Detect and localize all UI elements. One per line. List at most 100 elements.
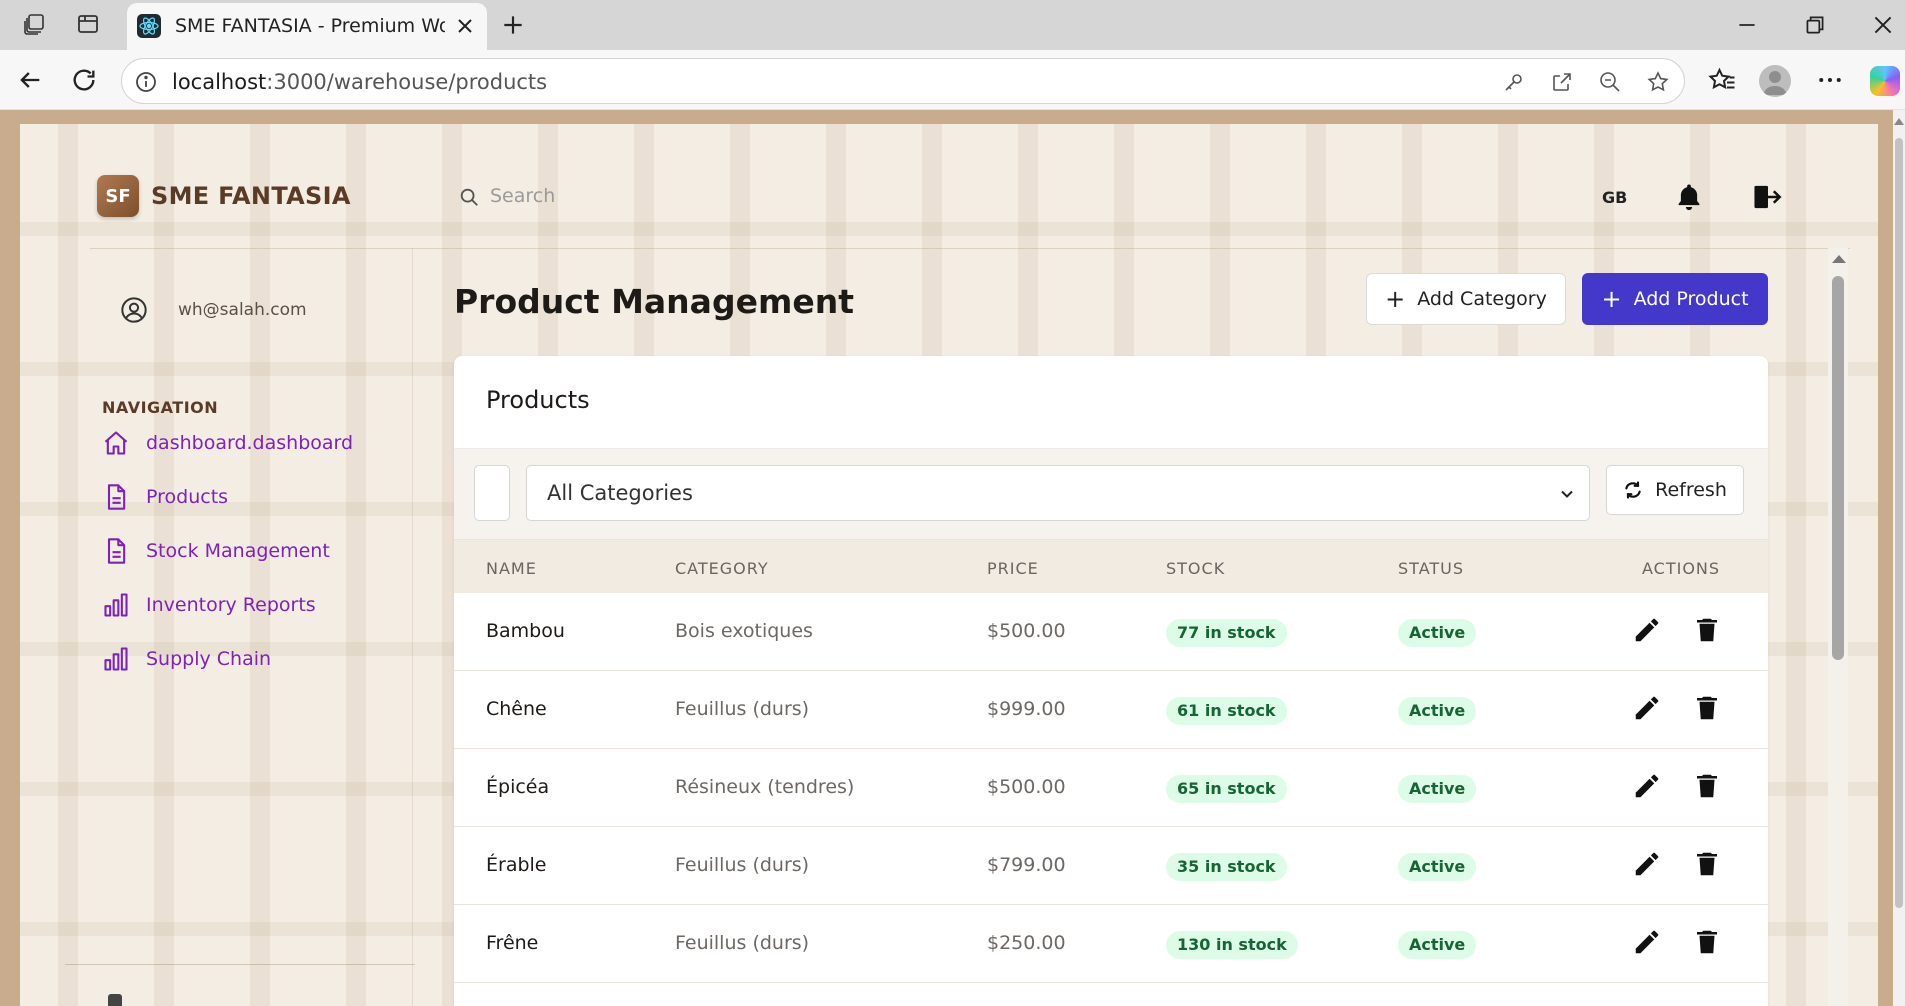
stock-badge: 65 in stock <box>1166 775 1287 803</box>
close-tab-icon[interactable] <box>453 14 477 38</box>
sidebar-item-supply-chain[interactable]: Supply Chain <box>102 642 271 676</box>
brand-name: SME FANTASIA <box>151 182 351 210</box>
sidebar-item-inventory-reports[interactable]: Inventory Reports <box>102 588 316 622</box>
tab-title: SME FANTASIA - Premium Wood <box>175 15 445 37</box>
search-icon <box>460 188 478 206</box>
close-window-icon[interactable] <box>1870 12 1896 38</box>
pencil-icon[interactable] <box>1632 927 1662 957</box>
table-row[interactable]: Érable Feuillus (durs) $799.00 35 in sto… <box>454 827 1768 905</box>
trash-icon[interactable] <box>1692 615 1722 645</box>
document-icon <box>107 484 126 510</box>
column-header-status[interactable]: STATUS <box>1398 559 1464 578</box>
user-circle-icon <box>121 297 147 323</box>
copilot-icon[interactable] <box>1870 66 1900 96</box>
sidebar-item-dashboard[interactable]: dashboard.dashboard <box>102 426 353 460</box>
filter-bar: All Categories Refresh <box>454 449 1768 539</box>
product-name: Érable <box>486 854 547 876</box>
url-text[interactable]: localhost:3000/warehouse/products <box>172 70 547 94</box>
product-name: Frêne <box>486 932 539 954</box>
refresh-button[interactable]: Refresh <box>1606 465 1744 515</box>
products-card: Products All Categories Refresh NAME CAT… <box>454 356 1768 1006</box>
sidebar-item-products[interactable]: Products <box>102 480 228 514</box>
bar-chart-icon <box>104 647 128 671</box>
column-header-actions: ACTIONS <box>1642 559 1721 578</box>
sidebar-item-label: Supply Chain <box>146 648 272 670</box>
status-badge: Active <box>1398 853 1477 881</box>
status-badge: Active <box>1398 931 1477 959</box>
minimize-icon[interactable] <box>1734 12 1760 38</box>
pencil-icon[interactable] <box>1632 693 1662 723</box>
reload-icon[interactable] <box>70 66 98 94</box>
user-info: wh@salah.com <box>120 296 307 324</box>
scroll-up-arrow-icon[interactable] <box>1832 255 1846 263</box>
profile-avatar[interactable] <box>1759 65 1791 97</box>
add-category-button[interactable]: + Add Category <box>1366 273 1566 325</box>
language-selector[interactable]: GB <box>1602 188 1627 207</box>
stock-badge: 77 in stock <box>1166 619 1287 647</box>
sidebar-item-stock-management[interactable]: Stock Management <box>102 534 330 568</box>
content-scrollbar-thumb[interactable] <box>1832 276 1844 660</box>
table-row[interactable]: Chêne Feuillus (durs) $999.00 61 in stoc… <box>454 671 1768 749</box>
sidebar-separator <box>412 248 413 1006</box>
product-category: Résineux (tendres) <box>675 776 855 798</box>
category-select[interactable]: All Categories <box>526 465 1590 521</box>
url-bar[interactable]: localhost:3000/warehouse/products <box>121 58 1685 104</box>
new-tab-icon[interactable] <box>500 12 526 38</box>
favorite-star-icon[interactable] <box>1646 70 1670 94</box>
favorites-icon[interactable] <box>1707 65 1737 95</box>
active-tab[interactable]: SME FANTASIA - Premium Wood <box>127 3 487 50</box>
chevron-down-icon <box>1561 490 1573 498</box>
stock-badge: 35 in stock <box>1166 853 1287 881</box>
stock-badge: 130 in stock <box>1166 931 1298 959</box>
page-scrollbar-thumb[interactable] <box>1895 138 1903 908</box>
column-header-category[interactable]: CATEGORY <box>675 559 769 578</box>
bell-icon[interactable] <box>1674 182 1704 212</box>
sidebar-item-label: dashboard.dashboard <box>146 432 354 454</box>
add-category-label: Add Category <box>1417 288 1547 310</box>
stock-badge: 61 in stock <box>1166 697 1287 725</box>
column-header-price[interactable]: PRICE <box>987 559 1039 578</box>
product-category: Feuillus (durs) <box>675 932 810 954</box>
table-row[interactable]: Bambou Bois exotiques $500.00 77 in stoc… <box>454 593 1768 671</box>
pencil-icon[interactable] <box>1632 615 1662 645</box>
tab-actions-icon[interactable] <box>76 12 100 36</box>
status-badge: Active <box>1398 697 1477 725</box>
category-select-value: All Categories <box>547 481 693 505</box>
workspaces-icon[interactable] <box>22 12 46 36</box>
add-product-button[interactable]: + Add Product <box>1582 273 1768 325</box>
site-info-icon[interactable] <box>134 70 158 94</box>
trash-icon[interactable] <box>1692 771 1722 801</box>
logout-icon[interactable] <box>1752 182 1784 212</box>
sign-out-icon[interactable] <box>108 994 122 1006</box>
product-price: $799.00 <box>987 854 1066 876</box>
status-badge: Active <box>1398 775 1477 803</box>
sidebar-item-label: Inventory Reports <box>146 594 316 616</box>
back-icon[interactable] <box>16 66 44 94</box>
home-icon <box>104 431 128 455</box>
page-scroll-up-icon[interactable] <box>1894 118 1904 125</box>
search-input[interactable] <box>490 176 990 216</box>
more-options-icon[interactable] <box>1815 65 1845 95</box>
trash-icon[interactable] <box>1692 849 1722 879</box>
pencil-icon[interactable] <box>1632 849 1662 879</box>
plus-icon: + <box>1385 285 1406 313</box>
key-icon[interactable] <box>1502 70 1526 94</box>
filter-input[interactable] <box>474 465 510 521</box>
product-category: Feuillus (durs) <box>675 854 810 876</box>
card-title: Products <box>486 386 590 414</box>
zoom-out-icon[interactable] <box>1598 70 1622 94</box>
trash-icon[interactable] <box>1692 693 1722 723</box>
page-frame: SF SME FANTASIA GB wh@salah.com NAVIGATI… <box>6 110 1886 1006</box>
app-viewport: SF SME FANTASIA GB wh@salah.com NAVIGATI… <box>20 124 1878 1006</box>
table-row[interactable]: Frêne Feuillus (durs) $250.00 130 in sto… <box>454 905 1768 983</box>
pencil-icon[interactable] <box>1632 771 1662 801</box>
open-in-app-icon[interactable] <box>1550 70 1574 94</box>
column-header-name[interactable]: NAME <box>486 559 537 578</box>
trash-icon[interactable] <box>1692 927 1722 957</box>
restore-icon[interactable] <box>1802 12 1828 38</box>
brand[interactable]: SF SME FANTASIA <box>97 174 351 218</box>
column-header-stock[interactable]: STOCK <box>1166 559 1225 578</box>
table-header: NAME CATEGORY PRICE STOCK STATUS ACTIONS <box>454 539 1768 593</box>
table-row[interactable]: Épicéa Résineux (tendres) $500.00 65 in … <box>454 749 1768 827</box>
plus-icon: + <box>1601 285 1622 313</box>
